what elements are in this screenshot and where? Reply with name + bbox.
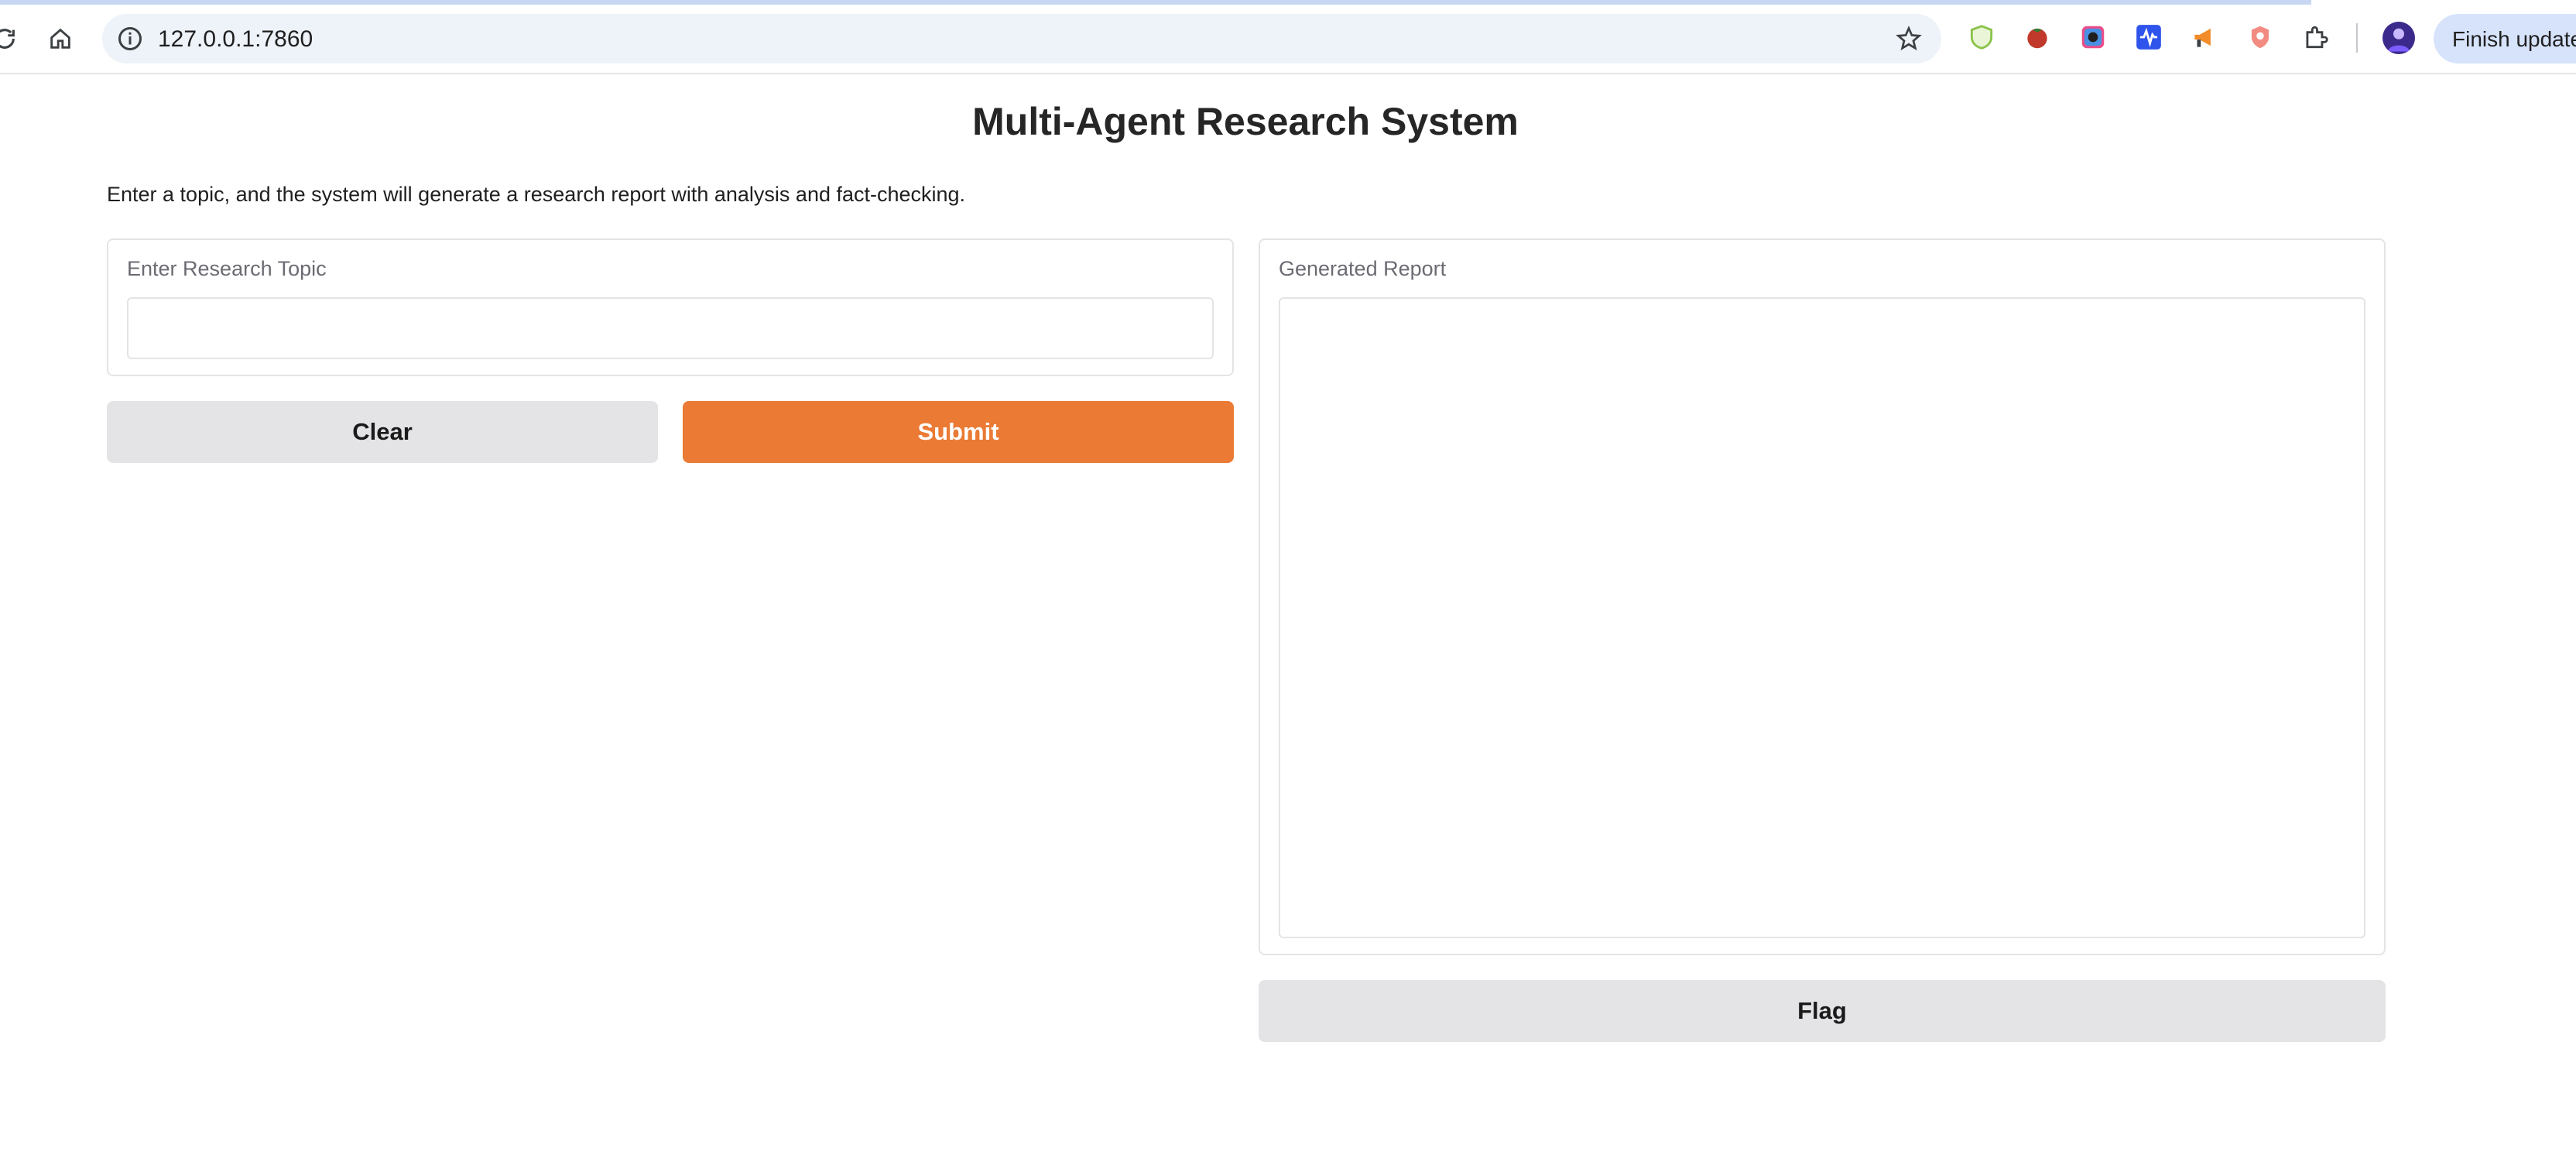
page-title: Multi-Agent Research System (972, 100, 1519, 143)
submit-button[interactable]: Submit (683, 401, 1234, 463)
url-text[interactable]: 127.0.0.1:7860 (158, 26, 313, 53)
profile-avatar[interactable] (2382, 22, 2415, 54)
brave-extension-icon[interactable] (2245, 22, 2276, 53)
generated-report-panel: Generated Report (1259, 238, 2386, 955)
finish-update-button[interactable]: Finish update (2434, 14, 2576, 63)
toolbar-divider (2356, 23, 2358, 53)
page-description: Enter a topic, and the system will gener… (107, 183, 966, 206)
generated-report-output[interactable] (1279, 297, 2365, 938)
bookmark-star-icon[interactable] (1895, 25, 1923, 53)
clear-button[interactable]: Clear (107, 401, 658, 463)
generated-report-label: Generated Report (1279, 257, 1447, 280)
page-load-progress-bar (0, 0, 2311, 5)
tomato-extension-icon[interactable] (2022, 22, 2053, 53)
shield-extension-icon[interactable] (1966, 22, 1997, 53)
reload-icon[interactable] (0, 17, 26, 60)
flag-button[interactable]: Flag (1259, 980, 2386, 1042)
puzzle-extensions-icon[interactable] (2300, 22, 2331, 53)
color-extension-icon[interactable] (2078, 22, 2108, 53)
browser-toolbar: 127.0.0.1:7860 Finish update (0, 0, 2576, 74)
research-topic-panel: Enter Research Topic (107, 238, 1234, 376)
research-topic-label: Enter Research Topic (127, 257, 327, 280)
home-icon[interactable] (39, 17, 82, 60)
research-topic-input[interactable] (127, 297, 1214, 359)
waveform-extension-icon[interactable] (2133, 22, 2164, 53)
megaphone-extension-icon[interactable] (2189, 22, 2220, 53)
address-bar[interactable]: 127.0.0.1:7860 (102, 14, 1941, 63)
site-info-icon[interactable] (116, 25, 144, 53)
